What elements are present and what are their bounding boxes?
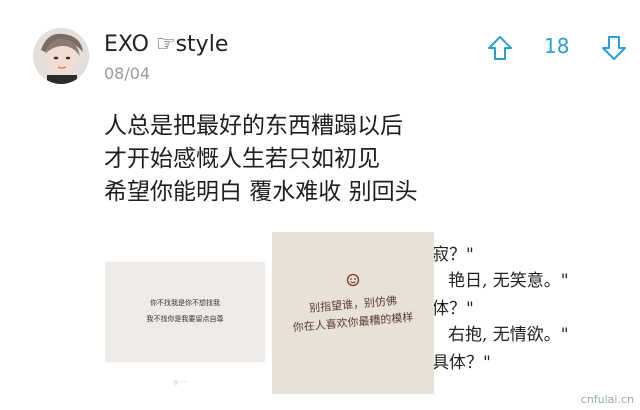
poem-line: 右抱, 无情欲。": [448, 325, 569, 345]
poem-line: 寂？": [434, 245, 474, 265]
user-avatar[interactable]: [33, 28, 89, 84]
site-watermark: cnfulai.cn: [580, 393, 634, 406]
post-line: 希望你能明白 覆水难收 别回头: [104, 179, 418, 205]
post-line: 才开始感慨人生若只如初见: [104, 146, 380, 172]
upvote-arrow-icon[interactable]: [486, 34, 514, 62]
smiley-doodle-icon: [346, 272, 360, 287]
post-date: 08/04: [104, 64, 151, 83]
username[interactable]: EXO ☞style: [104, 32, 228, 57]
weibo-watermark-icon: ◎ ····: [173, 379, 188, 386]
poem-line: 具体？": [434, 353, 491, 373]
post-image-2[interactable]: 别指望谁，别仿佛 你在人喜欢你最糟的模样: [272, 232, 434, 394]
post-text: 人总是把最好的东西糟蹋以后 才开始感慨人生若只如初见 希望你能明白 覆水难收 别…: [104, 110, 418, 209]
vote-count: 18: [544, 34, 570, 58]
post-image-3[interactable]: 寂？" 艳日, 无笑意。" 体？" 右抱, 无情欲。" 具体？": [434, 232, 606, 394]
downvote-arrow-icon[interactable]: [600, 34, 628, 62]
post-image-1[interactable]: 你不找我是你不想找我 我不找你是我要留点自尊 ◎ ····: [103, 232, 265, 394]
post-line: 人总是把最好的东西糟蹋以后: [104, 113, 403, 139]
quote-line: 我不找你是我要留点自尊: [146, 315, 224, 323]
poem-line: 体？": [434, 299, 474, 319]
poem-line: 艳日, 无笑意。": [448, 271, 569, 291]
quote-line: 你不找我是你不想找我: [150, 299, 220, 307]
quote-card: 你不找我是你不想找我 我不找你是我要留点自尊: [105, 262, 265, 362]
